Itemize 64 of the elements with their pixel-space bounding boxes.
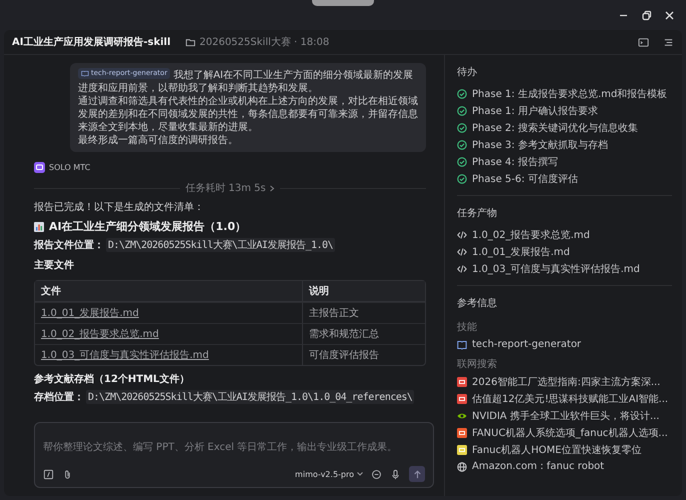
drag-handle[interactable] [312, 0, 374, 6]
file-path: D:\ZM\20260525Skill大赛\工业AI发展报告_1.0\ [106, 238, 336, 252]
search-result-link[interactable]: 2026智能工厂选型指南:四家主流方案深... [472, 374, 660, 388]
paperclip-icon[interactable] [62, 468, 73, 480]
book-icon [457, 340, 467, 350]
todo-item: Phase 1: 生成报告要求总览.md和报告模板 [472, 88, 668, 100]
section-title: 任务产物 [457, 206, 498, 220]
search-result-link[interactable]: Amazon.com : fanuc robot [472, 461, 604, 472]
agent-name: SOLO MTC [49, 163, 90, 172]
code-icon [457, 230, 467, 240]
search-result-link[interactable]: NVIDIA 携手全球工业软件巨头，将设计... [472, 408, 660, 422]
chevron-right-icon [268, 184, 275, 192]
location-label: 报告文件位置： [34, 238, 104, 252]
table-cell: 可信度评估报告 [302, 344, 425, 365]
table-cell: 主报告正文 [302, 302, 425, 323]
column-header: 说明 [302, 281, 425, 302]
globe-icon [457, 462, 467, 472]
slash-command-icon[interactable] [43, 468, 54, 480]
model-selector[interactable]: mimo-v2.5-pro [295, 470, 363, 478]
search-result-link[interactable]: Fanuc机器人HOME位置快速恢复零位 [472, 442, 642, 456]
todo-item: Phase 2: 搜索关键词优化与信息收集 [472, 122, 638, 134]
output-file-link[interactable]: 1.0_03_可信度与真实性评估报告.md [472, 262, 640, 276]
file-link[interactable]: 1.0_01_发展报告.md [41, 308, 139, 319]
file-link[interactable]: 1.0_02_报告要求总览.md [41, 329, 159, 340]
file-path: D:\ZM\20260525Skill大赛\工业AI发展报告_1.0\1.0_04_references\ [86, 390, 414, 404]
arrow-up-icon [412, 468, 422, 480]
todo-item: Phase 4: 报告撰写 [472, 156, 558, 168]
skill-link[interactable]: tech-report-generator [472, 339, 582, 350]
output-file-link[interactable]: 1.0_02_报告要求总览.md [472, 228, 590, 242]
duration-toggle[interactable]: 任务耗时 13m 5s [185, 181, 275, 195]
folder-time-label: 20260525Skill大赛 · 18:08 [200, 36, 330, 49]
agent-avatar-icon [34, 162, 45, 173]
search-result-link[interactable]: 估值超12亿美元!思谋科技赋能工业AI智能... [472, 392, 668, 406]
section-title: 参考信息 [457, 296, 498, 310]
subsection-label: 联网搜索 [457, 358, 498, 371]
caret-icon [357, 472, 363, 476]
bar-chart-icon [34, 222, 44, 232]
message-text: 报告已完成！以下是生成的文件清单： [34, 201, 205, 215]
todo-item: Phase 3: 参考文献抓取与存档 [472, 138, 608, 152]
send-button[interactable] [409, 466, 425, 482]
section-heading: 主要文件 [34, 258, 75, 272]
subsection-label: 技能 [457, 320, 478, 334]
todo-item: Phase 5-6: 可信度评估 [472, 172, 578, 186]
restore-icon[interactable] [640, 9, 653, 22]
column-header: 文件 [35, 281, 302, 302]
terminal-icon[interactable] [638, 36, 649, 48]
microphone-icon[interactable] [390, 468, 401, 480]
list-icon[interactable] [663, 36, 674, 48]
conversation-title: AI工业生产应用发展调研报告-skill [12, 35, 170, 49]
section-title: 待办 [457, 66, 478, 79]
report-heading: AI在工业生产细分领域发展报告（1.0） [49, 219, 246, 234]
section-heading: 参考文献存档（12个HTML文件） [34, 372, 190, 386]
close-icon[interactable] [663, 9, 676, 22]
file-link[interactable]: 1.0_03_可信度与真实性评估报告.md [41, 350, 209, 361]
book-icon [81, 70, 89, 77]
folder-icon [184, 36, 196, 48]
code-icon [457, 246, 467, 256]
location-label: 存档位置： [34, 390, 84, 404]
table-cell: 需求和规范汇总 [302, 323, 425, 344]
message-input-field[interactable]: 帮你整理论文综述、编写 PPT、分析 Excel 等日常工作，输出专业级工作成果。 mimo-v2.5-pro [34, 422, 434, 488]
output-file-link[interactable]: 1.0_01_发展报告.md [472, 244, 570, 258]
code-icon [457, 264, 467, 274]
search-result-link[interactable]: FANUC机器人系统选项_fanuc机器人选项... [472, 426, 668, 440]
todo-item: Phase 1: 用户确认报告要求 [472, 104, 598, 118]
